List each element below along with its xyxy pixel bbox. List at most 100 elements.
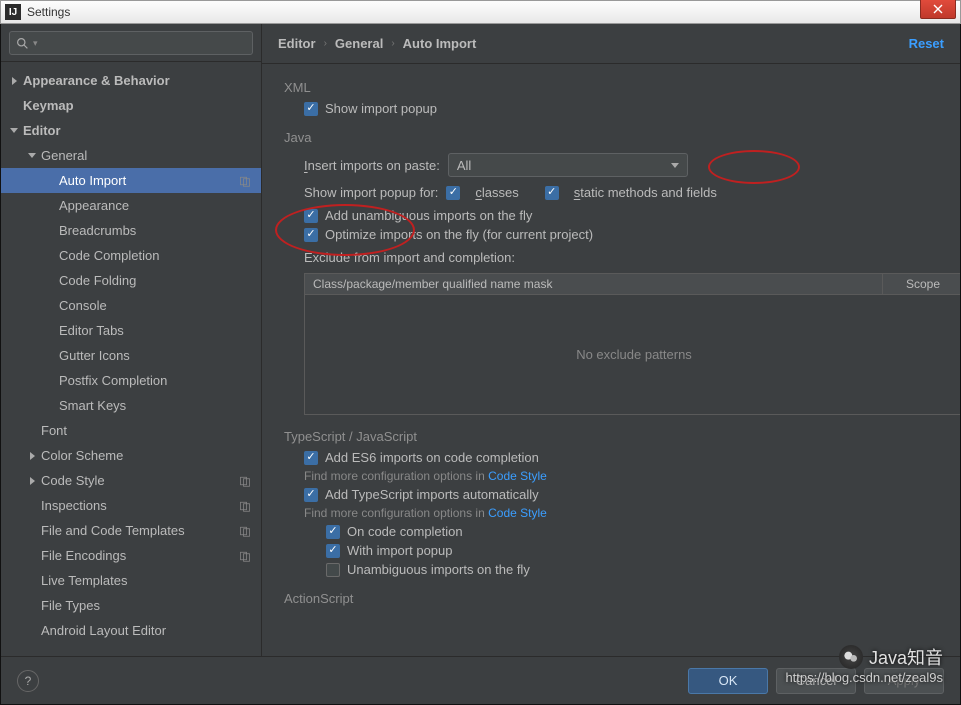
sidebar-item-keymap[interactable]: Keymap bbox=[1, 93, 261, 118]
sidebar-item-code-style[interactable]: Code Style bbox=[1, 468, 261, 493]
section-as: ActionScript bbox=[284, 591, 942, 606]
search-icon bbox=[16, 37, 29, 50]
sidebar-item-label: Breadcrumbs bbox=[59, 223, 136, 238]
sidebar: ▾ Appearance & Behavior Keymap Editor Gener… bbox=[1, 24, 262, 656]
sidebar-item-editor[interactable]: Editor bbox=[1, 118, 261, 143]
section-xml: XML bbox=[284, 80, 942, 95]
checkbox-unambig-ts[interactable] bbox=[326, 563, 340, 577]
col-scope[interactable]: Scope bbox=[883, 274, 960, 294]
sidebar-item-label: Android Layout Editor bbox=[41, 623, 166, 638]
label-insert-on-paste: Insert imports on paste: bbox=[304, 158, 440, 173]
sidebar-item-label: Console bbox=[59, 298, 107, 313]
hint-ts: Find more configuration options in Code … bbox=[304, 506, 942, 520]
sidebar-item-label: Keymap bbox=[23, 98, 74, 113]
exclude-table: Class/package/member qualified name mask… bbox=[304, 273, 960, 415]
sidebar-item-file-and-code-templates[interactable]: File and Code Templates bbox=[1, 518, 261, 543]
sidebar-item-label: Auto Import bbox=[59, 173, 126, 188]
sidebar-item-label: Appearance & Behavior bbox=[23, 73, 170, 88]
checkbox-on-completion[interactable] bbox=[326, 525, 340, 539]
checkbox-classes[interactable] bbox=[446, 186, 460, 200]
sidebar-item-auto-import[interactable]: Auto Import bbox=[1, 168, 261, 193]
sidebar-item-gutter-icons[interactable]: Gutter Icons bbox=[1, 343, 261, 368]
window-title: Settings bbox=[27, 5, 70, 19]
sidebar-item-label: Font bbox=[41, 423, 67, 438]
crumb-editor[interactable]: Editor bbox=[278, 36, 316, 51]
sidebar-item-postfix-completion[interactable]: Postfix Completion bbox=[1, 368, 261, 393]
label-with-popup: With import popup bbox=[347, 543, 453, 558]
sidebar-item-editor-tabs[interactable]: Editor Tabs bbox=[1, 318, 261, 343]
label-es6: Add ES6 imports on code completion bbox=[325, 450, 539, 465]
sidebar-item-label: Color Scheme bbox=[41, 448, 123, 463]
titlebar: IJ Settings bbox=[0, 0, 961, 24]
sidebar-item-android-layout-editor[interactable]: Android Layout Editor bbox=[1, 618, 261, 643]
label-exclude: Exclude from import and completion: bbox=[304, 250, 515, 265]
checkbox-optimize[interactable] bbox=[304, 228, 318, 242]
help-button[interactable]: ? bbox=[17, 670, 39, 692]
sidebar-item-label: File Types bbox=[41, 598, 100, 613]
link-code-style-1[interactable]: Code Style bbox=[488, 469, 547, 483]
sidebar-item-file-encodings[interactable]: File Encodings bbox=[1, 543, 261, 568]
breadcrumb: Editor › General › Auto Import Reset bbox=[262, 24, 960, 64]
sidebar-item-breadcrumbs[interactable]: Breadcrumbs bbox=[1, 218, 261, 243]
sidebar-item-label: Code Style bbox=[41, 473, 105, 488]
content-pane: Editor › General › Auto Import Reset XML… bbox=[262, 24, 960, 656]
crumb-general[interactable]: General bbox=[335, 36, 383, 51]
checkbox-add-unambiguous[interactable] bbox=[304, 209, 318, 223]
label-static: static methods and fields bbox=[574, 185, 717, 200]
window-close-button[interactable] bbox=[920, 0, 956, 19]
reset-link[interactable]: Reset bbox=[909, 36, 944, 51]
sidebar-item-general[interactable]: General bbox=[1, 143, 261, 168]
label-ts-auto: Add TypeScript imports automatically bbox=[325, 487, 539, 502]
checkbox-es6[interactable] bbox=[304, 451, 318, 465]
app-icon: IJ bbox=[5, 4, 21, 20]
apply-button[interactable]: Apply bbox=[864, 668, 944, 694]
sidebar-item-smart-keys[interactable]: Smart Keys bbox=[1, 393, 261, 418]
sidebar-item-label: Postfix Completion bbox=[59, 373, 167, 388]
checkbox-xml-show-popup[interactable] bbox=[304, 102, 318, 116]
dialog-footer: ? OK Cancel Apply bbox=[1, 656, 960, 704]
hint-es6: Find more configuration options in Code … bbox=[304, 469, 942, 483]
chevron-right-icon: › bbox=[391, 38, 394, 49]
label-unambig-ts: Unambiguous imports on the fly bbox=[347, 562, 530, 577]
label-xml-show-popup: Show import popup bbox=[325, 101, 437, 116]
select-value: All bbox=[457, 158, 471, 173]
sidebar-item-color-scheme[interactable]: Color Scheme bbox=[1, 443, 261, 468]
select-insert-on-paste[interactable]: All bbox=[448, 153, 688, 177]
sidebar-item-label: Gutter Icons bbox=[59, 348, 130, 363]
sidebar-item-label: Editor bbox=[23, 123, 61, 138]
sidebar-item-label: Code Folding bbox=[59, 273, 136, 288]
cancel-button[interactable]: Cancel bbox=[776, 668, 856, 694]
col-name[interactable]: Class/package/member qualified name mask bbox=[305, 274, 883, 294]
sidebar-item-file-types[interactable]: File Types bbox=[1, 593, 261, 618]
sidebar-item-label: Live Templates bbox=[41, 573, 127, 588]
section-ts: TypeScript / JavaScript bbox=[284, 429, 942, 444]
checkbox-static[interactable] bbox=[545, 186, 559, 200]
label-classes: classes bbox=[475, 185, 518, 200]
ok-button[interactable]: OK bbox=[688, 668, 768, 694]
sidebar-item-label: Smart Keys bbox=[59, 398, 126, 413]
sidebar-item-inspections[interactable]: Inspections bbox=[1, 493, 261, 518]
project-scope-icon bbox=[239, 475, 251, 487]
link-code-style-2[interactable]: Code Style bbox=[488, 506, 547, 520]
crumb-auto-import: Auto Import bbox=[403, 36, 477, 51]
chevron-right-icon: › bbox=[324, 38, 327, 49]
checkbox-ts-auto[interactable] bbox=[304, 488, 318, 502]
section-java: Java bbox=[284, 130, 942, 145]
chevron-down-icon bbox=[27, 151, 37, 161]
chevron-down-icon bbox=[9, 126, 19, 136]
sidebar-item-appearance-behavior[interactable]: Appearance & Behavior bbox=[1, 68, 261, 93]
chevron-right-icon bbox=[27, 451, 37, 461]
sidebar-item-code-folding[interactable]: Code Folding bbox=[1, 268, 261, 293]
sidebar-item-code-completion[interactable]: Code Completion bbox=[1, 243, 261, 268]
sidebar-item-label: Editor Tabs bbox=[59, 323, 124, 338]
sidebar-item-live-templates[interactable]: Live Templates bbox=[1, 568, 261, 593]
label-optimize: Optimize imports on the fly (for current… bbox=[325, 227, 593, 242]
search-input[interactable]: ▾ bbox=[9, 31, 253, 55]
sidebar-item-console[interactable]: Console bbox=[1, 293, 261, 318]
project-scope-icon bbox=[239, 525, 251, 537]
sidebar-item-appearance[interactable]: Appearance bbox=[1, 193, 261, 218]
project-scope-icon bbox=[239, 500, 251, 512]
settings-tree: Appearance & Behavior Keymap Editor General… bbox=[1, 62, 261, 656]
sidebar-item-font[interactable]: Font bbox=[1, 418, 261, 443]
checkbox-with-popup[interactable] bbox=[326, 544, 340, 558]
